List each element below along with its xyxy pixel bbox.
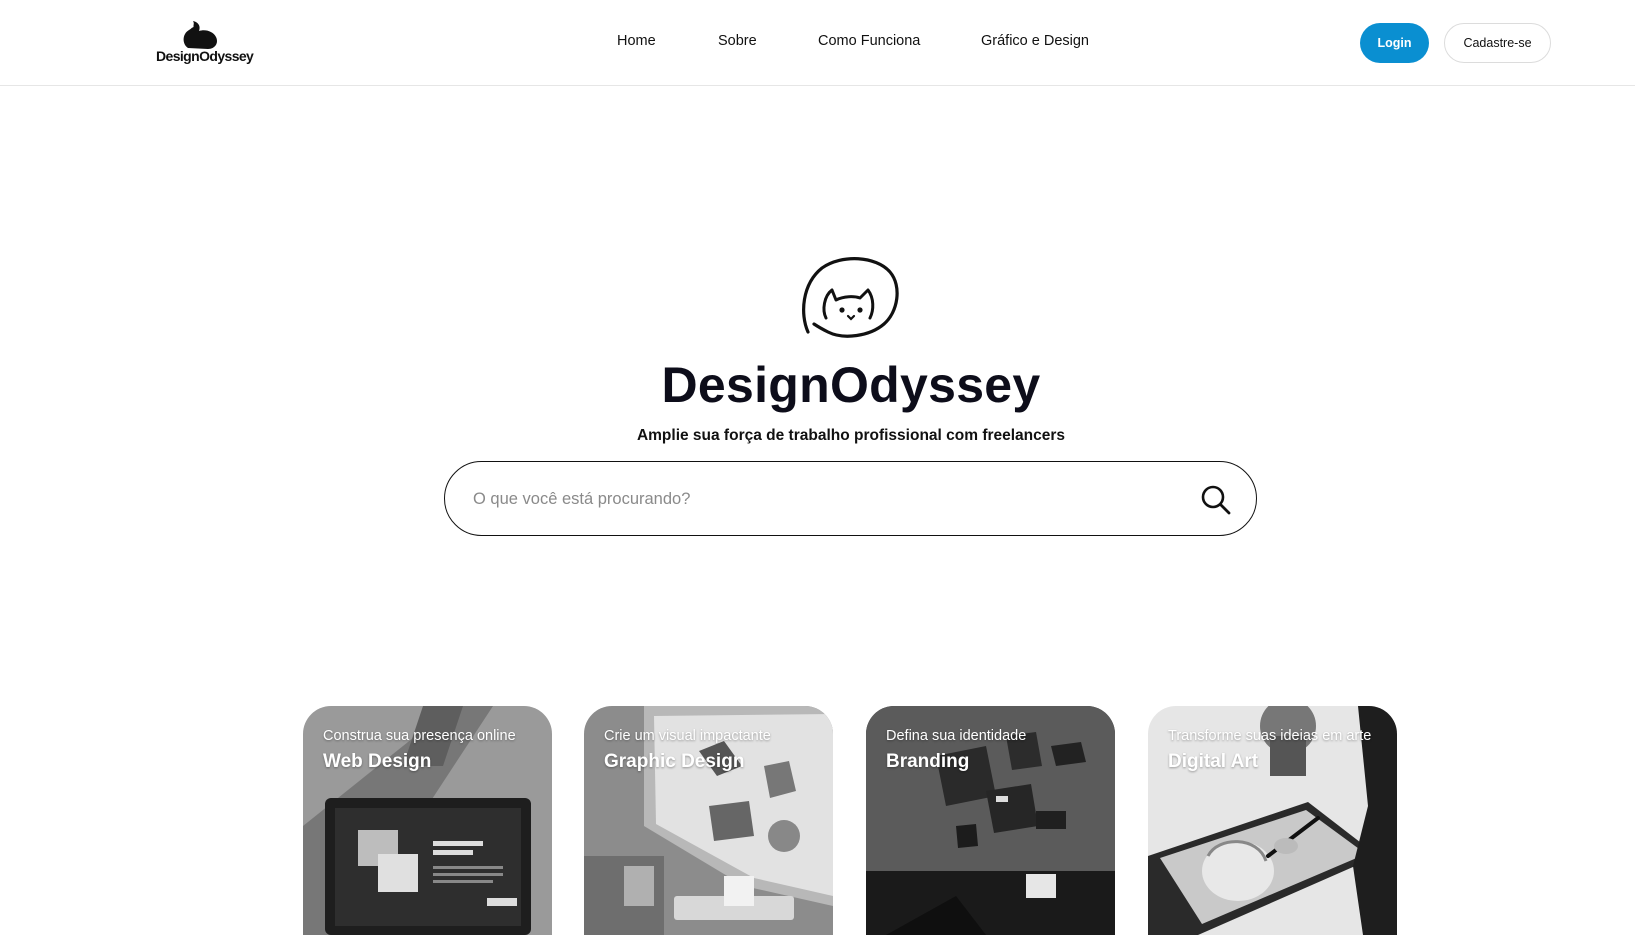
search-bar (444, 461, 1257, 536)
category-card-branding[interactable]: Defina sua identidade Branding (866, 706, 1115, 935)
card-subtitle: Defina sua identidade (886, 728, 1027, 744)
hero-title: DesignOdyssey (661, 357, 1041, 413)
category-card-web-design[interactable]: Construa sua presença online Web Design (303, 706, 552, 935)
login-button[interactable]: Login (1360, 23, 1429, 63)
nav-item-home[interactable]: Home (617, 33, 656, 49)
search-icon[interactable] (1199, 483, 1233, 517)
category-card-graphic-design[interactable]: Crie um visual impactante Graphic Design (584, 706, 833, 935)
card-subtitle: Transforme suas ideias em arte (1168, 728, 1372, 744)
logo-wordmark: DesignOdyssey (156, 48, 254, 64)
card-title: Web Design (323, 751, 432, 772)
search-input[interactable] (473, 482, 1113, 516)
card-title: Digital Art (1168, 751, 1259, 772)
squirrel-logo-icon (183, 21, 218, 49)
nav-item-como-funciona[interactable]: Como Funciona (818, 33, 920, 49)
top-navbar: DesignOdyssey Home Sobre Como Funciona G… (0, 0, 1635, 86)
nav-item-grafico-e-design[interactable]: Gráfico e Design (981, 33, 1089, 49)
nav-item-sobre[interactable]: Sobre (718, 33, 757, 49)
brand-logo[interactable]: DesignOdyssey (156, 20, 254, 68)
card-title: Branding (886, 751, 970, 772)
card-title: Graphic Design (604, 751, 745, 772)
signup-button[interactable]: Cadastre-se (1444, 23, 1551, 63)
category-card-digital-art[interactable]: Transforme suas ideias em arte Digital A… (1148, 706, 1397, 935)
card-subtitle: Crie um visual impactante (604, 728, 771, 744)
cat-face-icon (798, 254, 902, 340)
hero-subtitle: Amplie sua força de trabalho profissiona… (636, 427, 1066, 444)
card-subtitle: Construa sua presença online (323, 728, 516, 744)
